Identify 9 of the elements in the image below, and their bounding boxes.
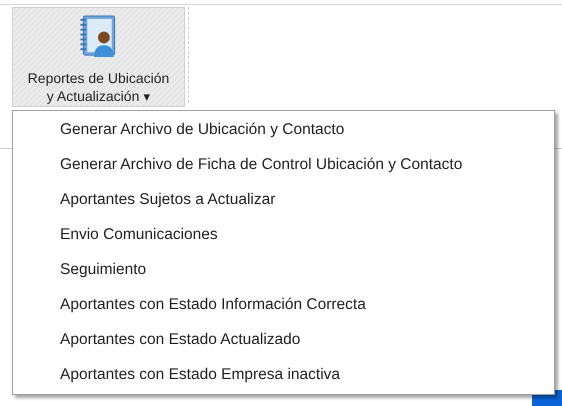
menu-item[interactable]: Aportantes con Estado Actualizado: [13, 322, 554, 358]
menu-item[interactable]: Generar Archivo de Ubicación y Contacto: [13, 113, 554, 148]
menu-item[interactable]: Generar Archivo de Ficha de Control Ubicación y Contacto: [13, 148, 554, 183]
menu-item[interactable]: Seguimiento: [13, 252, 554, 288]
menu-item[interactable]: Aportantes Sujetos a Actualizar: [13, 182, 554, 218]
menu-item[interactable]: Aportantes con Estado Empresa inactiva: [13, 357, 554, 392]
menu-item[interactable]: Aportantes con Estado Información Correcta: [13, 287, 554, 322]
menu-item[interactable]: Envio Comunicaciones: [13, 218, 554, 252]
report-menu-button[interactable]: Reportes de Ubicación y Actualización ▾: [12, 7, 185, 107]
